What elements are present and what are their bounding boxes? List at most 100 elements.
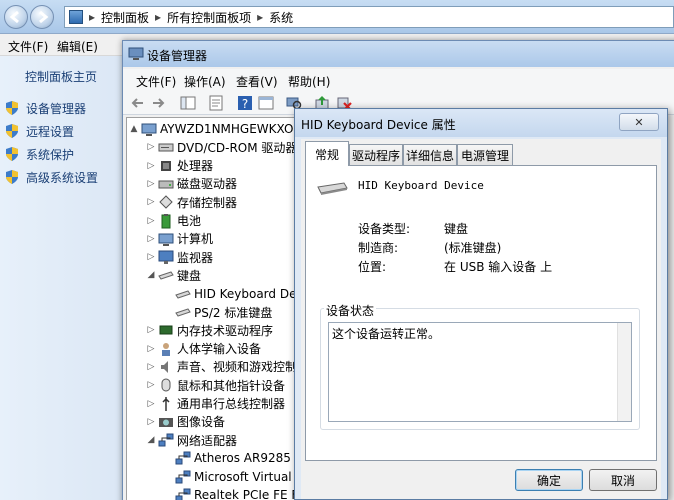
device-tree-node[interactable]: ▷ 监视器 bbox=[146, 248, 213, 266]
expand-arrow-icon[interactable]: ▷ bbox=[146, 362, 156, 372]
toolbar-forward-button[interactable] bbox=[149, 94, 167, 112]
control-panel-sidebar: 控制面板主页 设备管理器 远程设置 系统保护 高级系统设置 bbox=[0, 56, 124, 500]
device-manager-titlebar[interactable]: 设备管理器 bbox=[123, 41, 674, 67]
expand-arrow-icon[interactable]: ◢ bbox=[146, 435, 156, 445]
expand-arrow-icon[interactable]: ▷ bbox=[146, 325, 156, 335]
device-tree-node[interactable]: ▷ 内存技术驱动程序 bbox=[146, 321, 273, 339]
dialog-titlebar[interactable]: HID Keyboard Device 属性 ✕ bbox=[295, 109, 667, 137]
back-arrow-icon bbox=[131, 98, 143, 108]
address-bar[interactable]: ▸ 控制面板 ▸ 所有控制面板项 ▸ 系统 bbox=[64, 6, 674, 28]
toolbar-properties-button[interactable] bbox=[207, 94, 225, 112]
toolbar-back-button[interactable] bbox=[129, 94, 147, 112]
task-label: 设备管理器 bbox=[26, 101, 87, 116]
menu-view[interactable]: 查看(V) bbox=[236, 73, 278, 90]
expand-arrow-icon[interactable]: ◢ bbox=[146, 270, 156, 280]
task-remote-settings[interactable]: 远程设置 bbox=[4, 122, 74, 140]
menu-action[interactable]: 操作(A) bbox=[184, 73, 226, 90]
device-tree[interactable]: ▲ AYWZD1NMHGEWKXO ▷ DVD/CD-ROM 驱动器 ▷ 处理器 ▷ 磁盘驱动… bbox=[126, 117, 296, 500]
device-tree-node[interactable]: ◢ 网络适配器 bbox=[146, 431, 237, 449]
device-manager-menubar: 文件(F) 操作(A) 查看(V) 帮助(H) bbox=[123, 69, 674, 91]
menu-edit[interactable]: 编辑(E) bbox=[57, 38, 98, 55]
back-button[interactable] bbox=[4, 5, 28, 29]
expand-arrow-icon[interactable]: ▷ bbox=[146, 197, 156, 207]
device-tree-label: Realtek PCIe FE Family Controller bbox=[194, 488, 295, 500]
computer-icon bbox=[158, 231, 174, 247]
forward-button[interactable] bbox=[30, 5, 54, 29]
expand-arrow-icon[interactable]: ▷ bbox=[146, 142, 156, 152]
tab-details[interactable]: 详细信息 bbox=[403, 144, 457, 165]
expand-arrow-icon[interactable]: ▷ bbox=[146, 344, 156, 354]
device-status-textbox[interactable]: 这个设备运转正常。 bbox=[328, 322, 632, 422]
expand-arrow-icon[interactable]: ▷ bbox=[146, 399, 156, 409]
device-tree-node[interactable]: ▷ 通用串行总线控制器 bbox=[146, 395, 285, 413]
chip-icon bbox=[158, 322, 174, 338]
device-tree-node[interactable]: ▷ 存储控制器 bbox=[146, 193, 237, 211]
cancel-button[interactable]: 取消 bbox=[589, 469, 657, 491]
task-device-manager[interactable]: 设备管理器 bbox=[4, 99, 86, 117]
tab-driver[interactable]: 驱动程序 bbox=[349, 144, 403, 165]
device-tree-label: 图像设备 bbox=[177, 415, 226, 430]
forward-arrow-icon bbox=[153, 98, 165, 108]
breadcrumb-separator: ▸ bbox=[155, 10, 162, 24]
breadcrumb-all-items[interactable]: 所有控制面板项 bbox=[167, 9, 251, 26]
expand-arrow-icon[interactable]: ▷ bbox=[146, 417, 156, 427]
toolbar-show-hide-tree-button[interactable] bbox=[179, 94, 197, 112]
breadcrumb-system[interactable]: 系统 bbox=[269, 9, 293, 26]
device-tree-node[interactable]: ▷ 人体学输入设备 bbox=[146, 340, 261, 358]
expand-arrow-icon[interactable]: ▷ bbox=[146, 216, 156, 226]
breadcrumb-separator: ▸ bbox=[89, 10, 96, 24]
device-tree-node[interactable]: ▷ 图像设备 bbox=[146, 413, 225, 431]
device-tree-node[interactable]: ▷ 处理器 bbox=[146, 157, 213, 175]
monitor-icon bbox=[158, 249, 174, 265]
expand-arrow-icon[interactable]: ▲ bbox=[129, 124, 139, 134]
device-tree-node[interactable]: ▷ 电池 bbox=[146, 212, 201, 230]
device-tree-node[interactable]: HID Keyboard Device bbox=[163, 285, 296, 303]
device-tree-node[interactable]: PS/2 标准键盘 bbox=[163, 303, 272, 321]
device-tree-node[interactable]: ▷ 磁盘驱动器 bbox=[146, 175, 237, 193]
network-icon bbox=[175, 469, 191, 485]
device-tree-node[interactable]: ▷ 计算机 bbox=[146, 230, 213, 248]
device-tree-label: 网络适配器 bbox=[177, 433, 238, 448]
device-tree-node[interactable]: ▲ AYWZD1NMHGEWKXO bbox=[129, 120, 293, 138]
device-status-text: 这个设备运转正常。 bbox=[332, 327, 441, 341]
device-manager-icon bbox=[128, 47, 144, 60]
svg-text:?: ? bbox=[242, 97, 248, 111]
device-tree-label: HID Keyboard Device bbox=[194, 286, 296, 301]
menu-file[interactable]: 文件(F) bbox=[8, 38, 48, 55]
expand-arrow-icon[interactable]: ▷ bbox=[146, 252, 156, 262]
expand-arrow-icon[interactable]: ▷ bbox=[146, 161, 156, 171]
expand-arrow-icon[interactable]: ▷ bbox=[146, 234, 156, 244]
breadcrumb-control-panel[interactable]: 控制面板 bbox=[101, 9, 149, 26]
tab-general[interactable]: 常规 bbox=[305, 141, 349, 166]
dialog-title: HID Keyboard Device 属性 bbox=[301, 118, 456, 132]
device-tree-node[interactable]: ▷ 鼠标和其他指针设备 bbox=[146, 376, 285, 394]
menu-file[interactable]: 文件(F) bbox=[136, 73, 176, 90]
device-tree-node[interactable]: Realtek PCIe FE Family Controller bbox=[163, 486, 295, 500]
close-button[interactable]: ✕ bbox=[619, 113, 659, 131]
ok-button[interactable]: 确定 bbox=[515, 469, 583, 491]
network-icon bbox=[158, 432, 174, 448]
status-scrollbar[interactable] bbox=[617, 323, 631, 421]
toolbar-view-button[interactable] bbox=[257, 94, 275, 112]
menu-help[interactable]: 帮助(H) bbox=[288, 73, 330, 90]
task-advanced-system-settings[interactable]: 高级系统设置 bbox=[4, 168, 98, 186]
control-panel-home-link[interactable]: 控制面板主页 bbox=[25, 68, 97, 85]
device-tree-label: 声音、视频和游戏控制器 bbox=[177, 360, 296, 375]
device-tree-node[interactable]: ◢ 键盘 bbox=[146, 266, 201, 284]
tab-panel-general: HID Keyboard Device 设备类型: 键盘 制造商: (标准键盘)… bbox=[305, 165, 657, 461]
device-tree-node[interactable]: ▷ DVD/CD-ROM 驱动器 bbox=[146, 138, 295, 156]
task-system-protection[interactable]: 系统保护 bbox=[4, 145, 74, 163]
device-tree-node[interactable]: Microsoft Virtual WiFi Miniport Adapter bbox=[163, 468, 295, 486]
uac-shield-icon bbox=[6, 124, 18, 138]
expand-arrow-icon[interactable]: ▷ bbox=[146, 380, 156, 390]
device-tree-node[interactable]: ▷ 声音、视频和游戏控制器 bbox=[146, 358, 296, 376]
tab-power-management[interactable]: 电源管理 bbox=[457, 144, 513, 165]
device-tree-label: 磁盘驱动器 bbox=[177, 177, 238, 192]
dvd-icon bbox=[158, 139, 174, 155]
toolbar-help-button[interactable]: ? bbox=[236, 94, 254, 112]
expand-arrow-icon[interactable]: ▷ bbox=[146, 179, 156, 189]
device-tree-node[interactable]: Atheros AR9285 Wireless Network Adapter bbox=[163, 449, 295, 467]
device-tree-label: 处理器 bbox=[177, 159, 214, 174]
disk-icon bbox=[158, 176, 174, 192]
uac-shield-icon bbox=[6, 101, 18, 115]
